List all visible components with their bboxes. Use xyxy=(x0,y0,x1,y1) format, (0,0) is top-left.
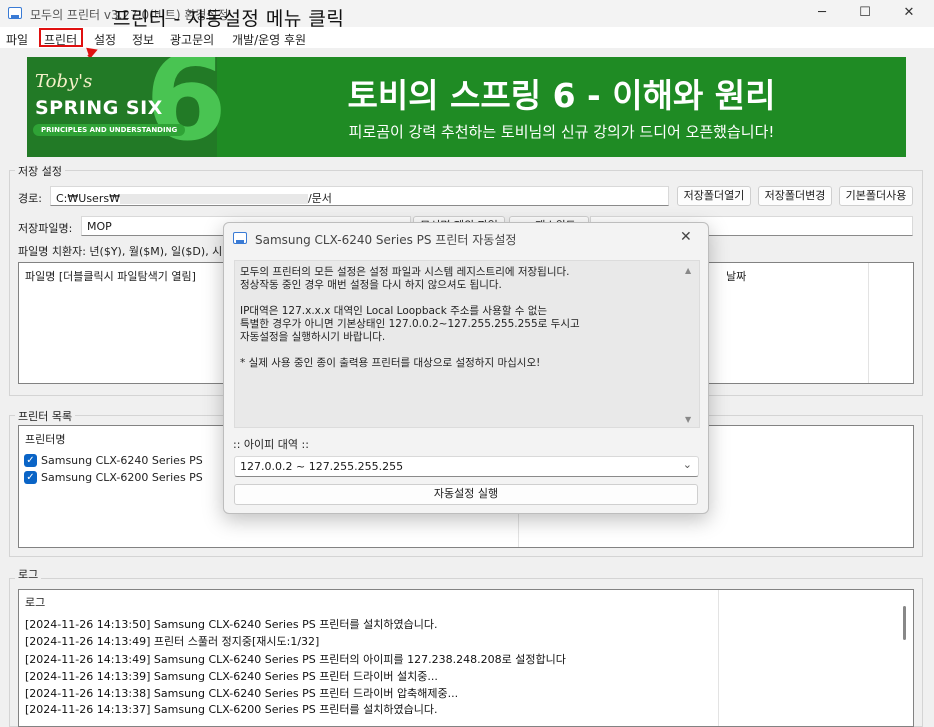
log-line: [2024-11-26 14:13:50] Samsung CLX-6240 S… xyxy=(25,618,438,631)
banner-subtitle: 피로곰이 강력 추천하는 토비님의 신규 강의가 드디어 오픈했습니다! xyxy=(348,123,775,141)
scroll-up-icon[interactable]: ▲ xyxy=(685,266,691,275)
log-list-col: 로그 xyxy=(25,596,46,609)
printer-group-title: 프린터 목록 xyxy=(15,408,76,424)
ip-range-label: :: 아이피 대역 :: xyxy=(233,438,309,451)
menu-ad-inquiry[interactable]: 광고문의 xyxy=(170,31,214,48)
auto-setup-dialog: Samsung CLX-6240 Series PS 프린터 자동설정 ✕ 모두… xyxy=(223,222,709,514)
log-group-title: 로그 xyxy=(15,566,42,582)
banner-principles: PRINCIPLES AND UNDERSTANDING xyxy=(33,124,186,136)
log-line: [2024-11-26 14:13:39] Samsung CLX-6240 S… xyxy=(25,670,438,683)
substitute-label: 파일명 치환자: 년($Y), 월($M), 일($D), 시 xyxy=(18,245,223,258)
dialog-message: 모두의 프린터의 모든 설정은 설정 파일과 시스템 레지스트리에 저장됩니다.… xyxy=(240,266,580,369)
chevron-down-icon: ⌄ xyxy=(682,458,692,471)
menu-highlight-box xyxy=(39,28,83,47)
printer-item-name: Samsung CLX-6240 Series PS xyxy=(41,454,203,467)
path-prefix: C:₩Users₩ xyxy=(56,192,120,205)
log-line: [2024-11-26 14:13:37] Samsung CLX-6200 S… xyxy=(25,703,438,716)
open-folder-button[interactable]: 저장폴더열기 xyxy=(677,186,751,206)
printer-item-name: Samsung CLX-6200 Series PS xyxy=(41,471,203,484)
menu-info[interactable]: 정보 xyxy=(132,31,154,48)
log-line: [2024-11-26 14:13:49] Samsung CLX-6240 S… xyxy=(25,653,566,666)
maximize-button[interactable]: ☐ xyxy=(843,0,887,27)
checkbox-icon[interactable]: ✓ xyxy=(24,471,37,484)
path-label: 경로: xyxy=(18,192,42,205)
file-list-col-name: 파일명 [더블클릭시 파일탐색기 열림] xyxy=(25,270,196,283)
change-folder-button[interactable]: 저장폴더변경 xyxy=(758,186,832,206)
banner-spring-six: SPRING SIX xyxy=(35,97,163,119)
file-list-col-date: 날짜 xyxy=(726,270,747,283)
storage-group-title: 저장 설정 xyxy=(15,163,65,179)
path-redacted xyxy=(119,194,308,204)
dialog-message-box[interactable]: 모두의 프린터의 모든 설정은 설정 파일과 시스템 레지스트리에 저장됩니다.… xyxy=(234,260,700,428)
minimize-button[interactable]: ─ xyxy=(800,0,844,27)
ip-range-value: 127.0.0.2 ~ 127.255.255.255 xyxy=(240,460,404,473)
log-scrollbar-thumb[interactable] xyxy=(903,606,906,640)
scroll-down-icon[interactable]: ▼ xyxy=(685,415,691,424)
menu-sponsor[interactable]: 개발/운영 후원 xyxy=(232,31,306,48)
dialog-title: Samsung CLX-6240 Series PS 프린터 자동설정 xyxy=(255,233,517,247)
log-line: [2024-11-26 14:13:49] 프린터 스풀러 정지중[재시도:1/… xyxy=(25,635,320,648)
dialog-printer-icon xyxy=(233,232,247,244)
close-window-button[interactable]: ✕ xyxy=(887,0,931,27)
menu-settings[interactable]: 설정 xyxy=(94,31,116,48)
checkbox-icon[interactable]: ✓ xyxy=(24,454,37,467)
log-line: [2024-11-26 14:13:38] Samsung CLX-6240 S… xyxy=(25,687,459,700)
path-field[interactable]: C:₩Users₩ /문서 xyxy=(50,186,669,206)
dialog-close-button[interactable]: ✕ xyxy=(680,229,692,245)
default-folder-button[interactable]: 기본폴더사용 xyxy=(839,186,913,206)
menu-file[interactable]: 파일 xyxy=(6,31,28,48)
file-list-divider xyxy=(868,263,869,383)
path-suffix: /문서 xyxy=(307,192,332,205)
run-auto-setup-button[interactable]: 자동설정 실행 xyxy=(234,484,698,505)
filename-label: 저장파일명: xyxy=(18,222,73,235)
banner-title: 토비의 스프링 6 - 이해와 원리 xyxy=(347,76,776,115)
printer-list-col-name: 프린터명 xyxy=(25,433,66,446)
log-list[interactable]: 로그 [2024-11-26 14:13:50] Samsung CLX-624… xyxy=(18,589,914,727)
log-list-divider xyxy=(718,590,719,726)
ad-banner[interactable]: 6 Toby's SPRING SIX PRINCIPLES AND UNDER… xyxy=(27,57,906,157)
banner-tobys: Toby's xyxy=(35,71,93,92)
ip-range-select[interactable]: 127.0.0.2 ~ 127.255.255.255 ⌄ xyxy=(234,456,699,477)
app-printer-icon xyxy=(8,7,22,19)
